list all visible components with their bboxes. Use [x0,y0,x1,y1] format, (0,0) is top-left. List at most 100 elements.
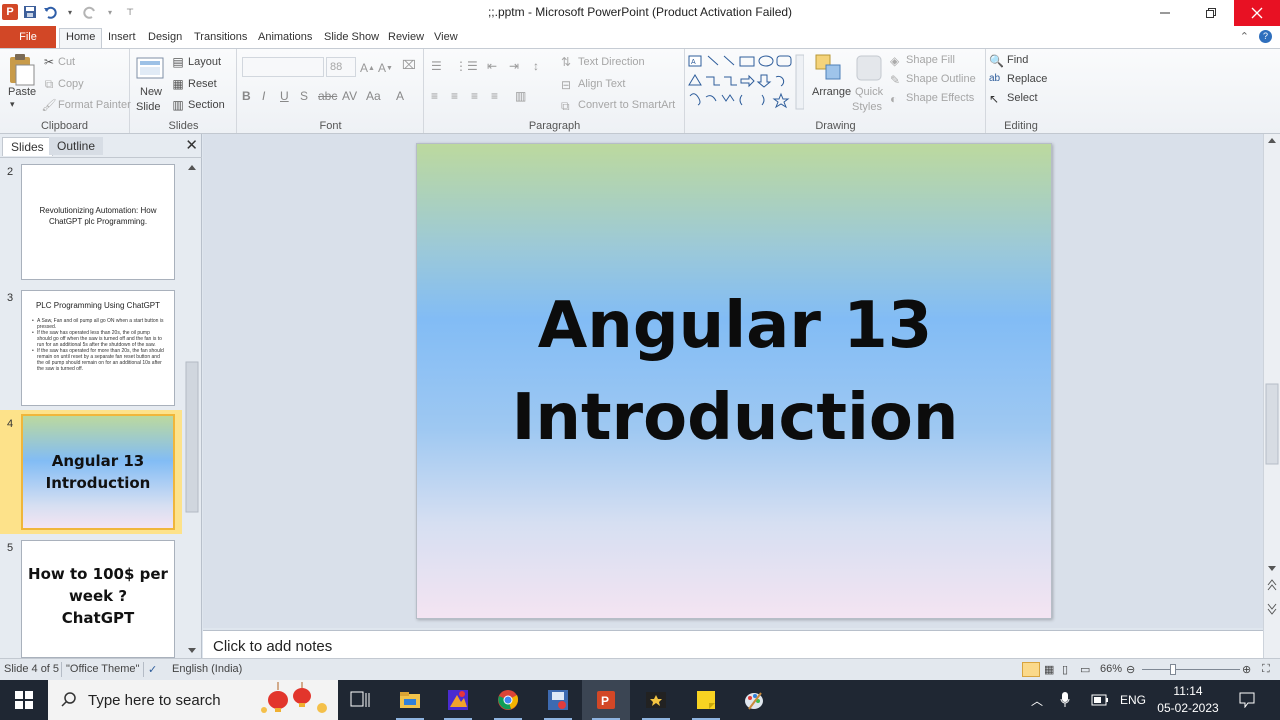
new-slide-icon[interactable] [136,55,166,85]
align-left-icon[interactable]: ≡ [431,89,438,103]
slide-thumbnail-row[interactable]: 2 Revolutionizing Automation: How ChatGP… [0,158,182,284]
arrange-icon[interactable] [814,53,844,83]
quick-styles-button-label2[interactable]: Styles [852,101,882,113]
spellcheck-icon[interactable]: ✓ [148,663,157,676]
language-status[interactable]: English (India) [172,663,242,675]
tray-overflow-icon[interactable]: ︿ [1026,680,1048,720]
replace-icon[interactable]: ab [989,73,1000,84]
bullets-icon[interactable]: ☰ [431,59,442,73]
shape-effects-button[interactable]: Shape Effects [906,92,974,104]
tab-slide-show[interactable]: Slide Show [318,29,385,48]
file-explorer-icon[interactable] [386,680,434,720]
select-button[interactable]: Select [1007,92,1038,104]
line-spacing-icon[interactable]: ↕ [533,59,539,73]
grow-font-icon[interactable]: A ▲ [360,61,375,75]
notes-pane[interactable]: Click to add notes [203,630,1263,658]
tab-design[interactable]: Design [142,29,188,48]
start-button[interactable] [0,680,48,720]
reset-button[interactable]: Reset [188,78,217,90]
shape-outline-button[interactable]: Shape Outline [906,73,976,85]
reading-view-icon[interactable]: ▯ [1062,663,1068,676]
align-text-button[interactable]: Align Text [578,78,626,90]
shrink-font-icon[interactable]: A ▼ [378,61,393,75]
italic-icon[interactable]: I [262,89,265,103]
underline-icon[interactable]: U [280,89,289,103]
numbering-icon[interactable]: ⋮☰ [455,59,478,73]
new-slide-button-label2[interactable]: Slide [136,101,160,113]
paste-dropdown-icon[interactable]: ▾ [10,99,15,110]
slide-thumbnail[interactable]: Angular 13 Introduction [21,414,175,530]
font-color-icon[interactable]: A [396,89,404,103]
microphone-icon[interactable] [1054,680,1076,720]
zoom-slider-thumb[interactable] [1170,664,1176,675]
notes-placeholder[interactable]: Click to add notes [213,638,332,655]
layout-icon[interactable]: ▤ [171,55,185,69]
close-button[interactable] [1234,0,1280,26]
task-view-icon[interactable] [336,680,384,720]
close-panel-icon[interactable]: ✕ [185,136,198,154]
character-spacing-icon[interactable]: AV [342,89,357,103]
sticky-notes-icon[interactable] [682,680,730,720]
convert-smartart-button[interactable]: Convert to SmartArt [578,99,675,111]
photo-editor-app-icon[interactable] [434,680,482,720]
tab-file[interactable]: File [0,26,56,48]
text-direction-button[interactable]: Text Direction [578,56,645,68]
current-slide[interactable]: Angular 13 Introduction [416,143,1052,619]
quick-styles-icon[interactable] [854,53,884,83]
panel-scrollbar[interactable] [185,162,199,656]
copy-icon[interactable]: ⧉ [42,77,56,91]
slide-sorter-view-icon[interactable]: ▦ [1044,663,1054,676]
justify-icon[interactable]: ≡ [491,89,498,103]
font-name-field[interactable] [242,57,324,77]
slide-thumbnail[interactable]: PLC Programming Using ChatGPT A Saw, Fan… [21,290,175,406]
zoom-in-icon[interactable]: ⊕ [1242,663,1251,676]
format-painter-icon[interactable]: 🖌 [41,98,56,112]
clear-formatting-icon[interactable]: ⌧ [402,58,416,72]
zoom-level[interactable]: 66% [1100,663,1122,675]
shadow-icon[interactable]: S [300,89,308,103]
tab-insert[interactable]: Insert [102,29,142,48]
screen-recorder-icon[interactable] [534,680,582,720]
copy-button[interactable]: Copy [58,78,84,90]
slide-thumbnail-row[interactable]: 5 How to 100$ per week ? ChatGPT [0,534,182,658]
normal-view-icon[interactable] [1022,662,1040,677]
strikethrough-icon[interactable]: abc [318,89,337,103]
find-button[interactable]: Find [1007,54,1028,66]
slide-thumbnail-row-selected[interactable]: 4 Angular 13 Introduction [0,410,182,534]
bold-icon[interactable]: B [242,89,251,103]
replace-button[interactable]: Replace [1007,73,1047,85]
chrome-icon[interactable] [484,680,532,720]
tab-animations[interactable]: Animations [252,29,318,48]
increase-indent-icon[interactable]: ⇥ [509,59,519,73]
format-painter-button[interactable]: Format Painter [58,99,131,111]
paint-app-icon[interactable] [730,680,778,720]
text-direction-icon[interactable]: ⇅ [561,55,571,69]
slide-thumbnail[interactable]: Revolutionizing Automation: How ChatGPT … [21,164,175,280]
align-text-icon[interactable]: ⊟ [561,78,571,92]
slide-thumbnail-row[interactable]: 3 PLC Programming Using ChatGPT A Saw, F… [0,284,182,410]
shape-effects-icon[interactable]: ◐ [890,92,897,106]
tab-home[interactable]: Home [59,28,103,48]
paste-icon[interactable] [6,53,36,86]
tab-view[interactable]: View [428,29,464,48]
decrease-indent-icon[interactable]: ⇤ [487,59,497,73]
section-icon[interactable]: ▥ [171,98,185,112]
new-slide-button[interactable]: New [140,86,162,98]
layout-button[interactable]: Layout [188,56,221,68]
select-icon[interactable]: ↖ [989,92,999,106]
align-center-icon[interactable]: ≡ [451,89,458,103]
arrange-button[interactable]: Arrange [812,86,851,98]
cut-button[interactable]: Cut [58,56,75,68]
help-icon[interactable]: ? [1259,30,1272,43]
video-editor-icon[interactable] [632,680,680,720]
slide-thumbnail[interactable]: How to 100$ per week ? ChatGPT [21,540,175,658]
taskbar-search-box[interactable]: Type here to search [48,680,338,720]
find-icon[interactable]: 🔍 [989,54,1004,68]
slide-title-placeholder[interactable]: Angular 13 Introduction [417,280,1053,464]
align-right-icon[interactable]: ≡ [471,89,478,103]
change-case-icon[interactable]: Aa [366,89,381,103]
taskbar-clock[interactable]: 11:14 05-02-2023 [1148,683,1228,717]
tab-transitions[interactable]: Transitions [188,29,253,48]
fit-to-window-icon[interactable]: ⛶ [1262,663,1270,676]
minimize-ribbon-icon[interactable]: ⌃ [1240,30,1249,43]
